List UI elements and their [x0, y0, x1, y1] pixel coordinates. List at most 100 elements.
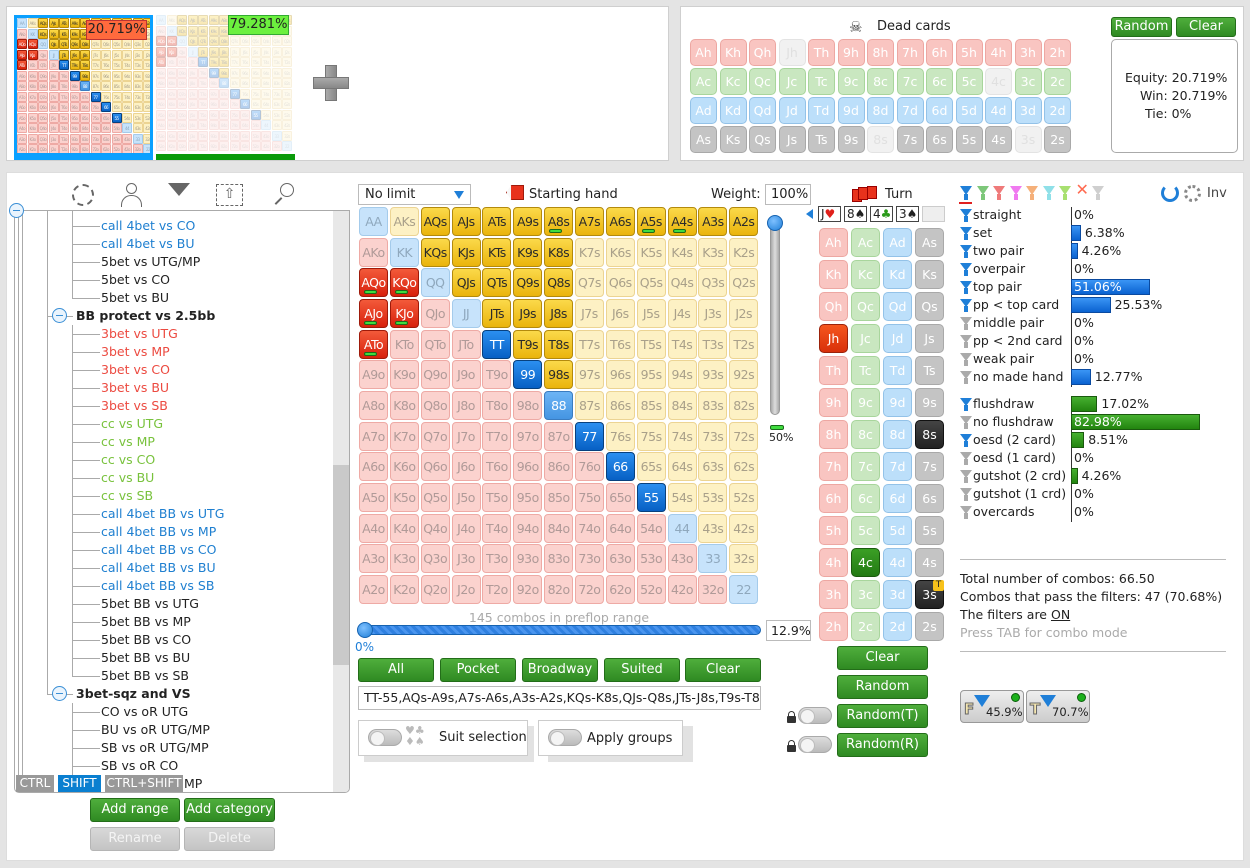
hand-cell-84s[interactable]: 84s — [667, 390, 697, 420]
clear-range-button[interactable]: Clear — [685, 658, 761, 682]
hand-cell-J9o[interactable]: J9o — [451, 360, 481, 390]
hand-cell-85o[interactable]: 85o — [544, 482, 574, 512]
dead-card-Qd[interactable]: Qd — [749, 97, 776, 124]
turn-card-Js[interactable]: Js — [915, 324, 944, 353]
hand-cell-72o[interactable]: 72o — [574, 574, 604, 604]
tree-item[interactable]: 5bet BB vs MP — [101, 613, 191, 631]
hand-cell-J8s[interactable]: J8s — [544, 298, 574, 328]
tree-item[interactable]: 5bet BB vs SB — [101, 667, 189, 685]
hand-cell-86o[interactable]: 86o — [544, 452, 574, 482]
hand-cell-T4o[interactable]: T4o — [482, 513, 512, 543]
turn-card-6c[interactable]: 6c — [851, 484, 880, 513]
dead-card-2c[interactable]: 2c — [1044, 68, 1071, 95]
hand-cell-96s[interactable]: 96s — [605, 360, 635, 390]
hand-cell-K5s[interactable]: K5s — [636, 237, 666, 267]
dead-card-Ad[interactable]: Ad — [690, 97, 717, 124]
filter-icon[interactable] — [168, 183, 190, 196]
tree-item[interactable]: SB vs oR CO — [101, 757, 178, 775]
hand-cell-95o[interactable]: 95o — [513, 482, 543, 512]
turn-card-Tc[interactable]: Tc — [851, 356, 880, 385]
dead-card-9c[interactable]: 9c — [837, 68, 865, 95]
hand-cell-A3o[interactable]: A3o — [359, 544, 388, 574]
hand-cell-K2o[interactable]: K2o — [389, 574, 419, 604]
hand-cell-J2s[interactable]: J2s — [729, 298, 759, 328]
turn-card-4h[interactable]: 4h — [819, 548, 848, 577]
hand-cell-KTs[interactable]: KTs — [482, 237, 512, 267]
hand-cell-74s[interactable]: 74s — [667, 421, 697, 451]
hand-cell-Q4s[interactable]: Q4s — [667, 268, 697, 298]
tree-item[interactable]: call 4bet BB vs CO — [101, 541, 216, 559]
hand-cell-QJo[interactable]: QJo — [420, 298, 450, 328]
hand-cell-72s[interactable]: 72s — [729, 421, 759, 451]
hand-cell-87s[interactable]: 87s — [574, 390, 604, 420]
dead-card-8c[interactable]: 8c — [867, 68, 894, 95]
tree-item[interactable]: call 4bet BB vs MP — [101, 523, 216, 541]
turn-card-4c[interactable]: 4c — [851, 548, 880, 577]
hand-cell-Q2s[interactable]: Q2s — [729, 268, 759, 298]
hand-cell-K9s[interactable]: K9s — [513, 237, 543, 267]
hand-cell-83s[interactable]: 83s — [698, 390, 728, 420]
dead-card-Ks[interactable]: Ks — [719, 126, 747, 153]
dead-card-2h[interactable]: 2h — [1044, 39, 1071, 66]
hand-cell-QJs[interactable]: QJs — [451, 268, 481, 298]
dead-card-3d[interactable]: 3d — [1014, 97, 1042, 124]
hand-cell-T6o[interactable]: T6o — [482, 452, 512, 482]
dead-card-8d[interactable]: 8d — [867, 97, 894, 124]
hand-cell-95s[interactable]: 95s — [636, 360, 666, 390]
hand-cell-AJs[interactable]: AJs — [451, 207, 481, 236]
dead-card-4c[interactable]: 4c — [985, 68, 1012, 95]
hand-cell-A8s[interactable]: A8s — [544, 207, 574, 236]
rename-button[interactable]: Rename — [90, 827, 180, 851]
hand-cell-55[interactable]: 55 — [636, 482, 666, 512]
dead-card-5h[interactable]: 5h — [955, 39, 983, 66]
hand-cell-Q3o[interactable]: Q3o — [420, 544, 450, 574]
tree-item[interactable]: SB vs oR UTG/MP — [101, 739, 209, 757]
hand-cell-A2o[interactable]: A2o — [359, 574, 388, 604]
hand-cell-87o[interactable]: 87o — [544, 421, 574, 451]
tree-item[interactable]: 5bet vs UTG/MP — [101, 253, 200, 271]
modifier-shift[interactable]: SHIFT — [58, 775, 101, 792]
dead-card-4h[interactable]: 4h — [985, 39, 1012, 66]
board-card-slot[interactable]: 4♣ — [870, 206, 893, 222]
dead-card-3c[interactable]: 3c — [1014, 68, 1042, 95]
dead-card-6d[interactable]: 6d — [926, 97, 953, 124]
hand-cell-43s[interactable]: 43s — [698, 513, 728, 543]
percent-input[interactable]: 12.9% — [766, 620, 811, 641]
hand-cell-J3s[interactable]: J3s — [698, 298, 728, 328]
hand-cell-Q6o[interactable]: Q6o — [420, 452, 450, 482]
modifier-ctrl-shift[interactable]: CTRL+SHIFT — [105, 775, 183, 792]
range-text-input[interactable]: TT-55,AQs-A9s,A7s-A6s,A3s-A2s,KQs-K8s,QJ… — [358, 686, 761, 710]
hand-cell-K7s[interactable]: K7s — [574, 237, 604, 267]
hand-cell-J5s[interactable]: J5s — [636, 298, 666, 328]
hand-cell-J9s[interactable]: J9s — [513, 298, 543, 328]
collapse-icon[interactable] — [9, 203, 24, 218]
hand-cell-K4o[interactable]: K4o — [389, 513, 419, 543]
hand-cell-93s[interactable]: 93s — [698, 360, 728, 390]
hand-cell-74o[interactable]: 74o — [574, 513, 604, 543]
dead-clear-button[interactable]: Clear — [1176, 17, 1236, 37]
dead-card-Th[interactable]: Th — [808, 39, 835, 66]
user-icon[interactable] — [121, 183, 143, 207]
hand-cell-KQo[interactable]: KQo — [389, 268, 419, 298]
dead-card-8s[interactable]: 8s — [867, 126, 894, 153]
turn-card-3h[interactable]: 3h — [819, 580, 848, 609]
all-button[interactable]: All — [358, 658, 434, 682]
hand-cell-A6o[interactable]: A6o — [359, 452, 388, 482]
hand-cell-A7s[interactable]: A7s — [574, 207, 604, 236]
dead-card-7d[interactable]: 7d — [896, 97, 924, 124]
hand-cell-63o[interactable]: 63o — [605, 544, 635, 574]
hand-cell-T7s[interactable]: T7s — [574, 329, 604, 359]
hand-cell-92o[interactable]: 92o — [513, 574, 543, 604]
suited-button[interactable]: Suited — [604, 658, 680, 682]
turn-card-Qh[interactable]: Qh — [819, 292, 848, 321]
stat-row[interactable]: weak pair — [960, 350, 1230, 368]
turn-card-Th[interactable]: Th — [819, 356, 848, 385]
turn-card-Qd[interactable]: Qd — [883, 292, 912, 321]
hand-cell-88[interactable]: 88 — [544, 390, 574, 420]
dead-card-4s[interactable]: 4s — [985, 126, 1012, 153]
dead-card-9d[interactable]: 9d — [837, 97, 865, 124]
hand-cell-K4s[interactable]: K4s — [667, 237, 697, 267]
dead-card-Qh[interactable]: Qh — [749, 39, 776, 66]
collapse-icon[interactable] — [52, 308, 67, 323]
tree-item[interactable]: cc vs CO — [101, 451, 155, 469]
